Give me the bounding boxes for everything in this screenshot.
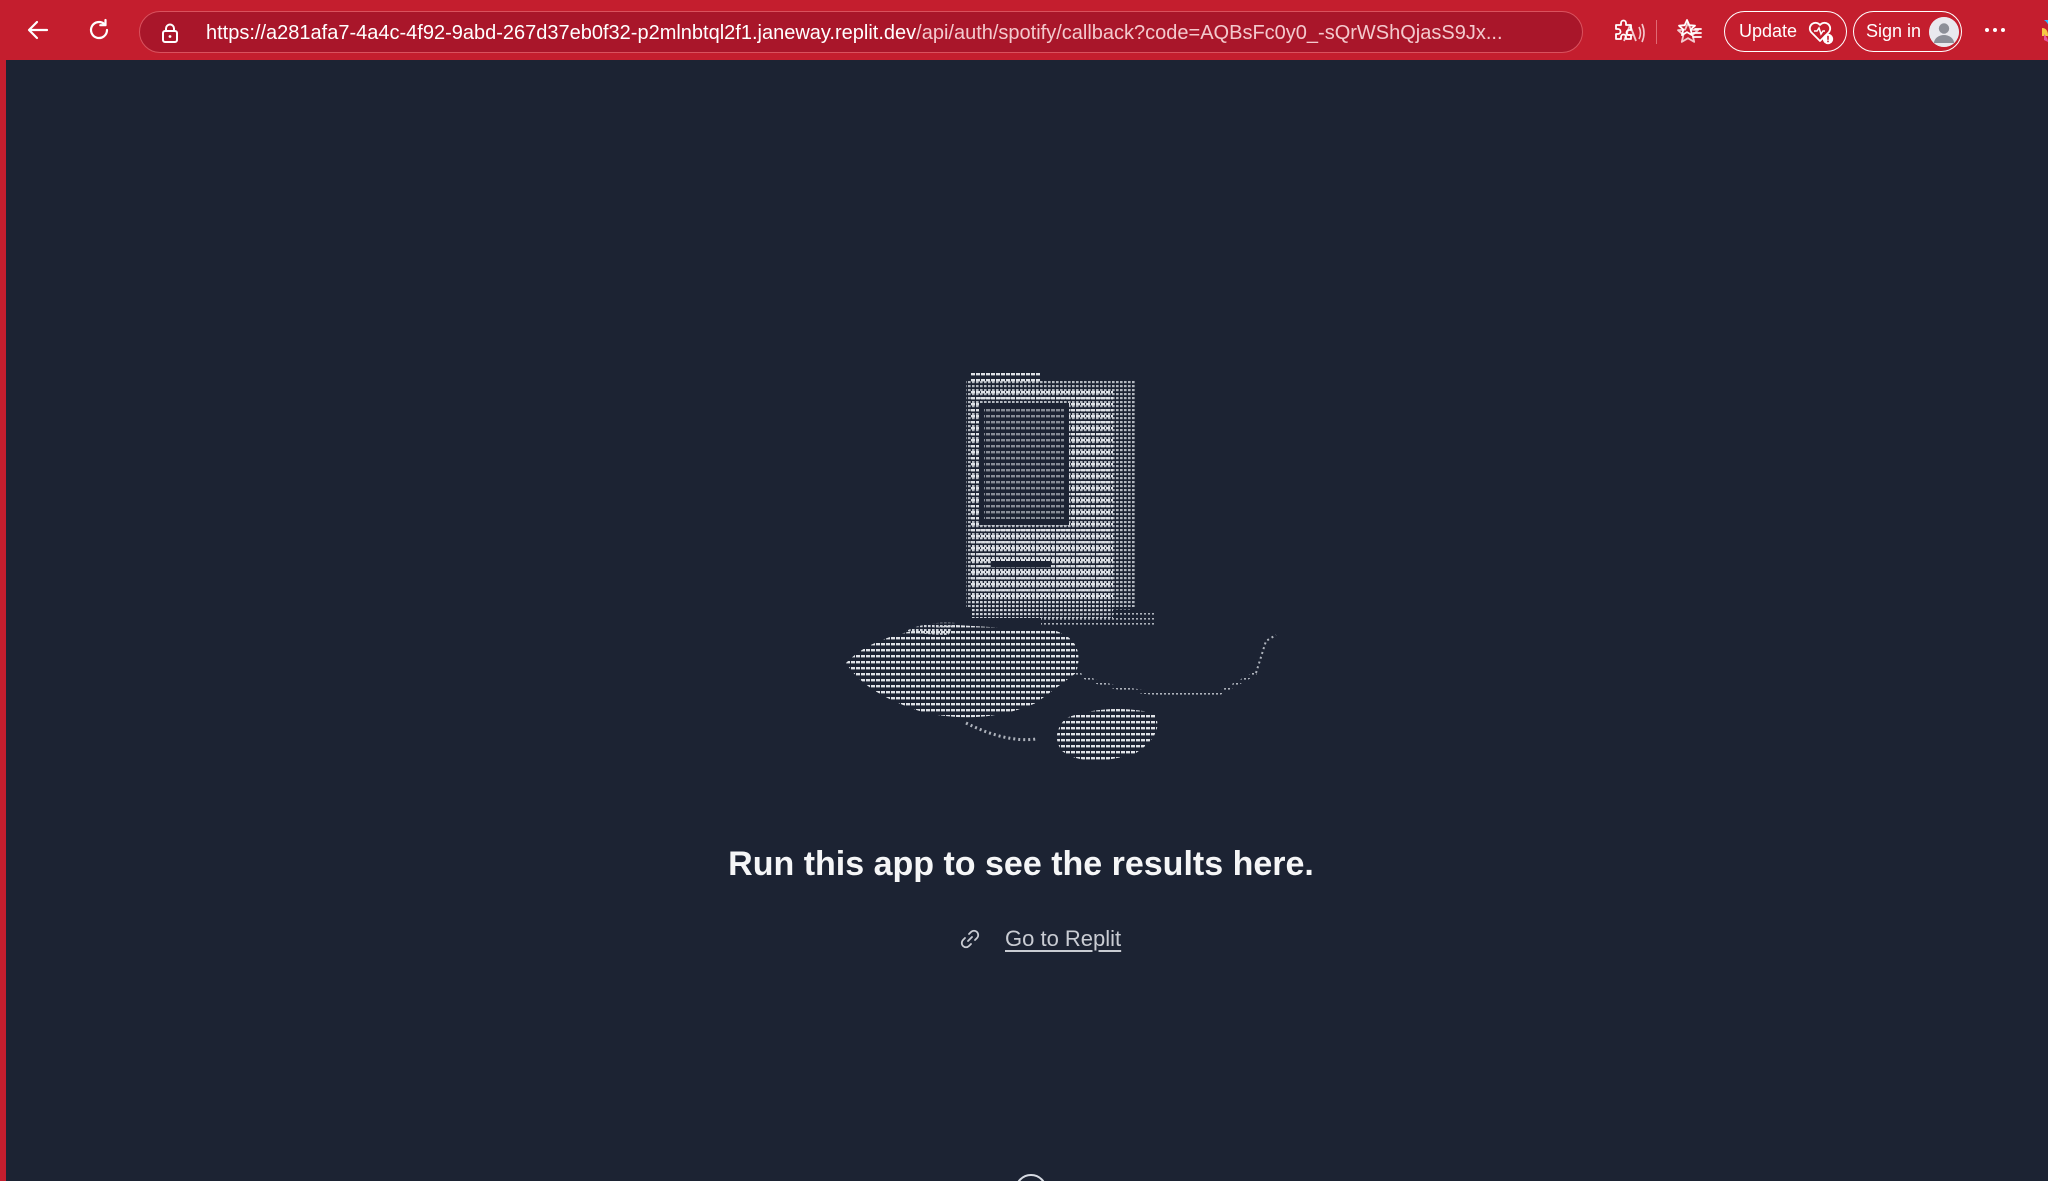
browser-toolbar: https://a281afa7-4a4c-4f92-9abd-267d37eb… (0, 0, 2048, 60)
copilot-icon[interactable] (2036, 14, 2048, 46)
address-bar[interactable]: https://a281afa7-4a4c-4f92-9abd-267d37eb… (139, 11, 1699, 53)
toolbar-divider (1656, 20, 1657, 44)
sign-in-button[interactable]: Sign in (1853, 11, 1962, 52)
url-path: /api/auth/spotify/callback?code=AQBsFc0y… (916, 22, 1503, 44)
ascii-art-computer-illustration (846, 373, 1277, 761)
url-host: https://a281afa7-4a4c-4f92-9abd-267d37eb… (206, 22, 917, 44)
browser-window: https://a281afa7-4a4c-4f92-9abd-267d37eb… (0, 0, 2048, 1181)
go-to-replit-link[interactable]: Go to Replit (1005, 926, 1121, 952)
back-arrow-icon (27, 20, 49, 40)
link-icon (957, 926, 983, 952)
heart-update-icon (1808, 21, 1834, 44)
puzzle-icon (1615, 19, 1632, 40)
refresh-icon (89, 18, 109, 40)
sign-in-label: Sign in (1866, 21, 1922, 41)
more-icon (1985, 28, 2005, 32)
lock-icon[interactable] (158, 21, 182, 45)
page-content: Run this app to see the results here. Go… (6, 60, 2048, 1181)
loading-indicator (1015, 1174, 1047, 1181)
update-button-label: Update (1739, 21, 1798, 41)
back-button[interactable] (20, 12, 56, 48)
update-button[interactable]: Update (1724, 11, 1847, 52)
favorites-button[interactable] (1674, 14, 1706, 46)
more-options-button[interactable] (1978, 14, 2012, 46)
url-text[interactable]: https://a281afa7-4a4c-4f92-9abd-267d37eb… (206, 12, 1596, 54)
page-headline: Run this app to see the results here. (728, 845, 1314, 883)
favorites-icon (1678, 19, 1702, 38)
extensions-button[interactable] (1608, 14, 1640, 46)
avatar (1929, 16, 1960, 47)
go-to-replit-link-row[interactable]: Go to Replit (957, 922, 1121, 956)
refresh-button[interactable] (81, 12, 117, 48)
